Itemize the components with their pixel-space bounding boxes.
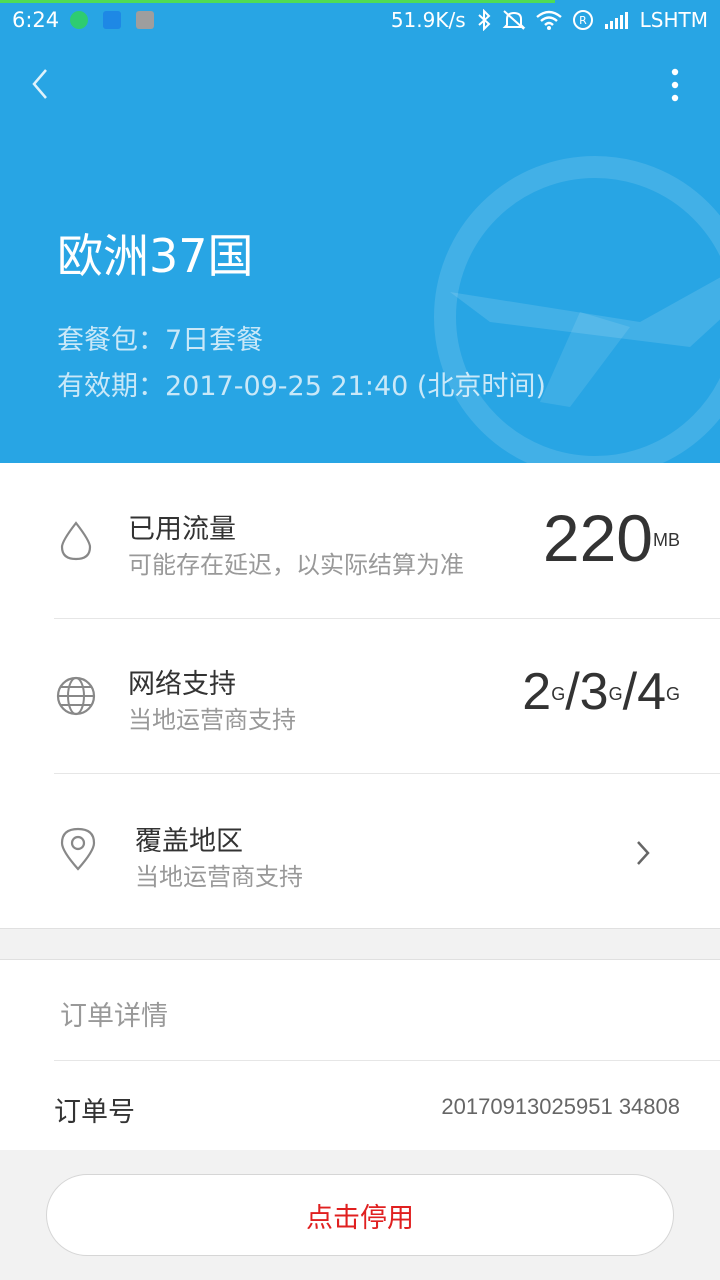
chevron-left-icon bbox=[32, 69, 47, 99]
gen-3-suffix: G bbox=[608, 684, 623, 704]
more-vertical-icon bbox=[671, 68, 679, 102]
section-gap bbox=[0, 928, 720, 960]
usage-number: 220 bbox=[542, 501, 653, 575]
order-section-title: 订单详情 bbox=[60, 1001, 168, 1032]
gen-2: 2 bbox=[522, 663, 552, 721]
mute-icon bbox=[502, 10, 526, 30]
plan-header: 欧洲37国 套餐包：7日套餐 有效期：2017-09-25 21:40 (北京时… bbox=[0, 42, 720, 463]
svg-text:R: R bbox=[579, 14, 587, 27]
back-button[interactable] bbox=[22, 64, 62, 104]
network-speed: 51.9K/s bbox=[390, 8, 466, 32]
coverage-title: 覆盖地区 bbox=[135, 826, 243, 857]
app-notification-icon bbox=[103, 11, 121, 29]
order-number-label: 订单号 bbox=[54, 1097, 135, 1128]
charging-icon bbox=[70, 11, 88, 29]
status-right-group: 51.9K/s R LSHTM bbox=[391, 8, 708, 32]
usage-unit: MB bbox=[653, 530, 680, 550]
carrier-name: LSHTM bbox=[639, 8, 708, 32]
divider bbox=[54, 1060, 720, 1061]
coverage-row[interactable]: 覆盖地区 当地运营商支持 bbox=[0, 773, 720, 928]
plan-title: 欧洲37国 bbox=[57, 229, 254, 283]
gallery-icon bbox=[136, 11, 154, 29]
airplane-watermark-icon bbox=[434, 156, 720, 463]
gen-slash: / bbox=[565, 663, 580, 721]
status-bar: 6:24 51.9K/s R LSHTM bbox=[0, 0, 720, 42]
network-row: 网络支持 当地运营商支持 2G/3G/4G bbox=[0, 618, 720, 773]
more-options-button[interactable] bbox=[668, 67, 682, 103]
gen-4-suffix: G bbox=[665, 684, 680, 704]
usage-row: 已用流量 可能存在延迟，以实际结算为准 220MB bbox=[0, 463, 720, 618]
order-details-card: 订单详情 订单号 20170913025951 34808 bbox=[0, 960, 720, 1150]
globe-icon bbox=[56, 676, 96, 716]
validity-line: 有效期：2017-09-25 21:40 (北京时间) bbox=[57, 371, 546, 402]
network-subtitle: 当地运营商支持 bbox=[128, 706, 296, 734]
package-line: 套餐包：7日套餐 bbox=[57, 325, 264, 356]
load-progress-line bbox=[0, 0, 555, 3]
gen-4: 4 bbox=[637, 663, 666, 721]
network-generations: 2G/3G/4G bbox=[522, 662, 680, 722]
chevron-right-icon bbox=[637, 841, 650, 865]
signal-icon bbox=[604, 12, 628, 29]
usage-title: 已用流量 bbox=[128, 514, 236, 545]
water-drop-icon bbox=[60, 521, 92, 561]
gen-3: 3 bbox=[579, 663, 609, 721]
network-title: 网络支持 bbox=[128, 669, 236, 700]
status-time: 6:24 bbox=[12, 8, 60, 32]
coverage-subtitle: 当地运营商支持 bbox=[135, 863, 303, 891]
registered-icon: R bbox=[572, 10, 593, 30]
bluetooth-icon bbox=[477, 9, 491, 31]
order-number-value: 20170913025951 34808 bbox=[441, 1094, 680, 1119]
gen-2-suffix: G bbox=[551, 684, 566, 704]
wifi-icon bbox=[535, 10, 562, 30]
location-pin-icon bbox=[60, 827, 96, 871]
plan-details-card: 已用流量 可能存在延迟，以实际结算为准 220MB 网络支持 当地运营商支持 2… bbox=[0, 463, 720, 928]
usage-subtitle: 可能存在延迟，以实际结算为准 bbox=[128, 551, 464, 579]
gen-slash: / bbox=[622, 663, 638, 721]
stop-plan-button[interactable]: 点击停用 bbox=[46, 1174, 674, 1256]
usage-value: 220MB bbox=[543, 503, 680, 573]
